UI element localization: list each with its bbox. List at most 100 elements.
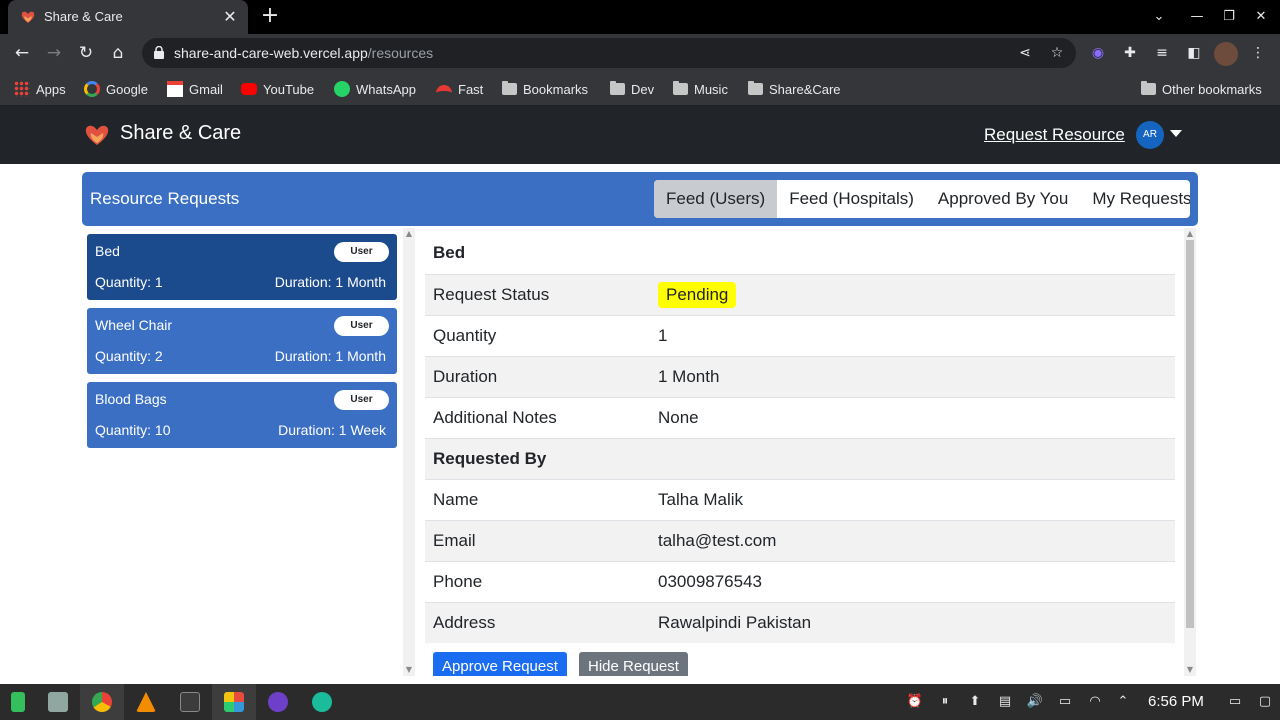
media-icon[interactable]: ≡ [1151, 42, 1173, 64]
tab-feed-users[interactable]: Feed (Users) [654, 180, 778, 218]
taskbar-files[interactable] [36, 684, 80, 720]
gmail-icon [167, 81, 183, 97]
item-title: Wheel Chair [95, 317, 173, 333]
scroll-up-icon[interactable]: ▲ [403, 228, 415, 240]
list-item[interactable]: Blood Bags User Quantity: 10 Duration: 1… [87, 382, 397, 448]
clock[interactable]: 6:56 PM [1148, 693, 1204, 710]
brand-name[interactable]: Share & Care [120, 122, 241, 145]
details-scrollbar[interactable]: ▲ ▼ [1184, 228, 1196, 676]
scroll-down-icon[interactable]: ▼ [1184, 664, 1196, 676]
scroll-up-icon[interactable]: ▲ [1184, 228, 1196, 240]
bookmark-fast[interactable]: Fast [436, 79, 483, 99]
taskbar-vlc[interactable] [124, 684, 168, 720]
bookmark-star-icon[interactable]: ☆ [1048, 44, 1066, 62]
duration-label: Duration [425, 355, 650, 397]
wifi-icon[interactable]: ◠ [1086, 694, 1104, 710]
email-label: Email [425, 519, 650, 561]
battery-icon[interactable]: ▭ [1056, 694, 1074, 710]
share-care-logo-icon[interactable] [84, 123, 110, 147]
phone-value: 03009876543 [650, 560, 1175, 602]
terminal-icon [180, 692, 200, 712]
resource-requests-bar: Resource Requests Feed (Users) Feed (Hos… [82, 172, 1198, 226]
bookmark-folder-dev[interactable]: Dev [610, 79, 654, 99]
taskbar-chrome[interactable] [80, 684, 124, 720]
clipboard-icon[interactable]: ▤ [996, 694, 1014, 710]
bookmark-google[interactable]: Google [84, 79, 148, 99]
share-icon[interactable]: ⋖ [1016, 44, 1034, 62]
chevron-up-icon[interactable]: ⌃ [1114, 694, 1132, 710]
tab-feed-hospitals[interactable]: Feed (Hospitals) [777, 180, 926, 218]
extension-icon[interactable]: ◉ [1087, 42, 1109, 64]
pause-icon[interactable]: ⏸ [936, 694, 954, 710]
item-duration: Duration: 1 Month [274, 348, 386, 364]
address-bar[interactable]: share-and-care-web.vercel.app/resources … [142, 38, 1076, 68]
youtube-icon [241, 83, 257, 95]
folder-icon [502, 81, 517, 95]
bookmark-apps[interactable]: Apps [14, 79, 66, 99]
desktop-icon[interactable]: ▭ [1226, 694, 1244, 710]
bookmark-folder-share-care[interactable]: Share&Care [748, 79, 841, 99]
chevron-down-icon[interactable] [1170, 130, 1182, 137]
taskbar-software[interactable] [212, 684, 256, 720]
forward-icon[interactable]: → [41, 41, 67, 65]
bookmark-folder-bookmarks[interactable]: Bookmarks [502, 79, 588, 99]
back-icon[interactable]: ← [9, 41, 35, 65]
app-icon [312, 692, 332, 712]
approve-request-button[interactable]: Approve Request [433, 652, 567, 676]
tab-approved-by-you[interactable]: Approved By You [926, 180, 1080, 218]
scroll-down-icon[interactable]: ▼ [403, 664, 415, 676]
other-bookmarks[interactable]: Other bookmarks [1141, 79, 1262, 99]
upload-icon[interactable]: ⬆ [966, 694, 984, 710]
name-label: Name [425, 478, 650, 520]
bookmark-youtube[interactable]: YouTube [241, 79, 314, 99]
browser-toolbar: ← → ↻ ⌂ share-and-care-web.vercel.app/re… [0, 34, 1280, 72]
email-value: talha@test.com [650, 519, 1175, 561]
side-panel-icon[interactable]: ◧ [1183, 42, 1205, 64]
close-tab-icon[interactable]: ✕ [220, 7, 240, 27]
phone-label: Phone [425, 560, 650, 602]
address-value: Rawalpindi Pakistan [650, 601, 1175, 643]
minimize-icon[interactable]: — [1184, 4, 1210, 30]
taskbar-app[interactable] [300, 684, 344, 720]
details-title: Bed [433, 243, 466, 263]
details-table: Bed Request Status Pending Quantity 1 Du… [425, 233, 1175, 643]
profile-avatar[interactable] [1214, 42, 1238, 66]
table-row: Requested By [425, 437, 1175, 479]
taskbar-terminal[interactable] [168, 684, 212, 720]
scroll-thumb[interactable] [1186, 240, 1194, 628]
list-scrollbar[interactable]: ▲ ▼ [403, 228, 415, 676]
tab-search-icon[interactable]: ⌄ [1146, 4, 1172, 30]
user-avatar[interactable]: AR [1136, 121, 1164, 149]
list-item[interactable]: Wheel Chair User Quantity: 2 Duration: 1… [87, 308, 397, 374]
close-window-icon[interactable]: ✕ [1248, 4, 1274, 30]
new-tab-button[interactable]: + [258, 5, 282, 29]
hide-request-button[interactable]: Hide Request [579, 652, 688, 676]
restore-icon[interactable]: ❐ [1216, 4, 1242, 30]
request-resource-link[interactable]: Request Resource [984, 125, 1125, 145]
table-row: Email talha@test.com [425, 519, 1175, 561]
reload-icon[interactable]: ↻ [73, 41, 99, 65]
list-item[interactable]: Bed User Quantity: 1 Duration: 1 Month [87, 234, 397, 300]
bookmark-gmail[interactable]: Gmail [167, 79, 223, 99]
bookmark-folder-music[interactable]: Music [673, 79, 728, 99]
google-icon [84, 81, 100, 97]
duration-value: 1 Month [650, 355, 1175, 397]
volume-icon[interactable]: 🔊 [1026, 694, 1044, 710]
browser-tab[interactable]: Share & Care ✕ [8, 0, 248, 34]
menu-icon[interactable]: ⋮ [1247, 42, 1269, 64]
folder-icon [748, 81, 763, 95]
home-icon[interactable]: ⌂ [105, 41, 131, 65]
item-quantity: Quantity: 1 [95, 274, 163, 290]
alarm-icon[interactable]: ⏰ [906, 694, 924, 710]
notifications-icon[interactable]: ▢ [1256, 694, 1274, 710]
puzzle-icon[interactable]: ✚ [1119, 42, 1141, 64]
user-badge: User [334, 390, 389, 410]
apps-grid-icon [14, 81, 30, 97]
share-care-logo-icon [21, 11, 35, 23]
bookmark-whatsapp[interactable]: WhatsApp [334, 79, 416, 99]
lock-icon [154, 46, 164, 59]
tab-my-requests[interactable]: My Requests [1080, 180, 1190, 218]
tab-title: Share & Care [44, 9, 123, 24]
name-value: Talha Malik [650, 478, 1175, 520]
taskbar-github[interactable] [256, 684, 300, 720]
